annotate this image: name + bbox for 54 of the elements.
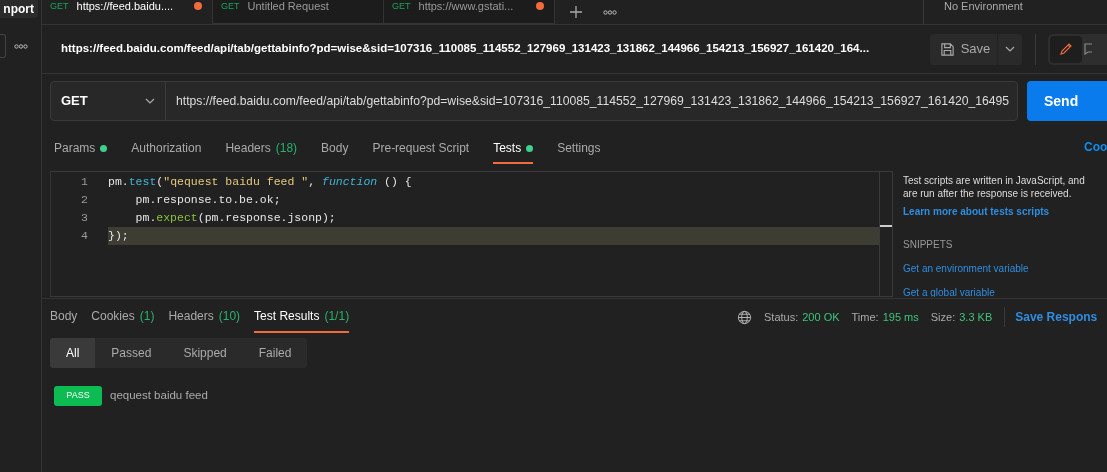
request-tab[interactable]: GET https://www.gstati... [384, 0, 555, 24]
test-name: qequest baidu feed [110, 388, 208, 404]
globe-icon[interactable] [737, 309, 752, 325]
request-section-tab[interactable]: Params [54, 136, 108, 160]
filter-tab[interactable]: Failed [242, 338, 308, 368]
request-tab[interactable]: GET Untitled Request [213, 0, 384, 24]
line-number: 2 [80, 192, 88, 209]
save-button[interactable]: Save [929, 33, 997, 65]
scrollbar[interactable] [879, 172, 892, 296]
meta-label: Size: [930, 309, 956, 325]
pencil-icon [1058, 42, 1073, 56]
save-response-link[interactable]: Save Respons [1015, 308, 1098, 326]
learn-more-link[interactable]: Learn more about tests scripts [903, 204, 1103, 219]
snippet-link[interactable]: Get an environment variable [903, 261, 1103, 276]
filter-tab[interactable]: Skipped [167, 338, 243, 368]
meta-value: 3.3 KB [959, 309, 993, 325]
meta-value: 195 ms [882, 309, 919, 325]
filter-tab[interactable]: All [50, 338, 96, 368]
line-number: 3 [80, 210, 88, 227]
request-section-tab[interactable]: Headers (18) [225, 136, 298, 160]
import-button[interactable]: nport [0, 0, 38, 18]
meta-label: Status: [764, 309, 799, 325]
caret-icon [1004, 46, 1015, 52]
code-line[interactable]: pm.expect(pm.response.jsonp); [108, 209, 879, 227]
request-section-tab[interactable]: Body [321, 136, 349, 160]
comment-icon[interactable] [1083, 43, 1092, 55]
response-tab[interactable]: Headers (10) [168, 298, 241, 333]
help-text: Test scripts are written in JavaScript, and are run after the response is received. [903, 174, 1086, 200]
edit-button[interactable] [1049, 35, 1082, 63]
save-options-button[interactable] [998, 33, 1022, 65]
meta-value: 200 OK [802, 309, 840, 325]
request-section-tab[interactable]: Pre-request Script [372, 136, 470, 160]
response-tab[interactable]: Cookies (1) [91, 298, 155, 333]
search-field[interactable] [0, 34, 6, 58]
environment-selector[interactable]: No Environment [944, 0, 1023, 12]
response-tab[interactable]: Test Results (1/1) [254, 298, 350, 333]
request-title: https://feed.baidu.com/feed/api/tab/gettabinfo?pd=wise&sid=107316_110085_114552_127969_131423_131862_144966_154213_156927_161420_164... [61, 41, 871, 57]
meta-label: Time: [851, 309, 879, 325]
code-line[interactable]: pm.test("qequest baidu feed ", function () { [108, 173, 879, 191]
request-section-tab[interactable]: Settings [557, 136, 601, 160]
snippets-heading: SNIPPETS [903, 238, 954, 252]
more-icon[interactable] [14, 43, 28, 49]
more-icon[interactable] [603, 9, 617, 15]
status-badge: PASS [54, 386, 102, 406]
send-button[interactable]: Send [1027, 81, 1107, 121]
line-number: 1 [80, 174, 88, 191]
code-line[interactable]: pm.response.to.be.ok; [108, 191, 879, 209]
request-section-tab[interactable]: Authorization [131, 136, 202, 160]
cookies-link[interactable]: Coo [1084, 138, 1107, 156]
add-icon[interactable] [569, 5, 583, 19]
save-icon [939, 41, 955, 57]
response-tab[interactable]: Body [50, 298, 78, 333]
line-number: 4 [80, 228, 88, 245]
filter-tab[interactable]: Passed [95, 338, 168, 368]
